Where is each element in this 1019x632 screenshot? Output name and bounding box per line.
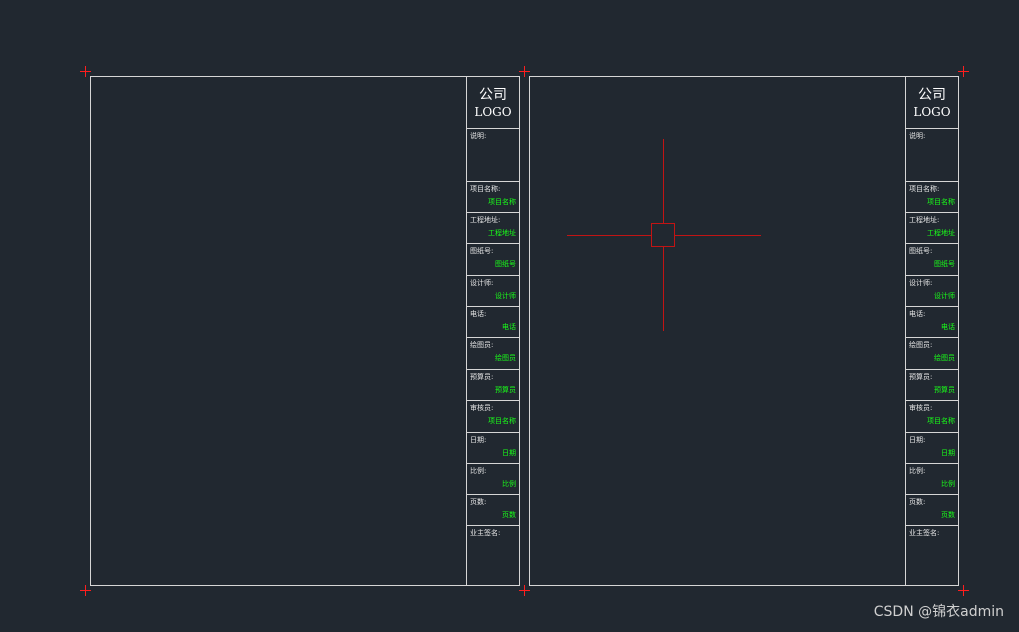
field-label: 绘图员: (470, 341, 494, 349)
field-label: 项目名称: (470, 185, 501, 193)
field-value: 图纸号 (495, 260, 516, 268)
field-label: 业主签名: (470, 529, 501, 537)
field-label: 项目名称: (909, 185, 940, 193)
title-block: 公司 LOGO 说明: 项目名称: 项目名称 工程地址: 工程地址 图纸号: 图… (466, 77, 519, 585)
corner-mark-icon (80, 585, 91, 596)
field-label: 设计师: (470, 279, 494, 287)
field-phone: 电话: 电话 (467, 307, 519, 338)
field-pages: 页数: 页数 (906, 495, 958, 526)
company-logo-cell: 公司 LOGO (906, 77, 958, 129)
pickbox (651, 223, 675, 247)
field-project-name: 项目名称: 项目名称 (906, 182, 958, 213)
field-value: 页数 (502, 511, 516, 519)
field-value: 项目名称 (927, 417, 955, 425)
field-label: 设计师: (909, 279, 933, 287)
field-value: 工程地址 (488, 229, 516, 237)
field-scale: 比例: 比例 (467, 464, 519, 495)
cursor-crosshair-icon (567, 139, 761, 331)
field-reviewer: 审核员: 项目名称 (906, 401, 958, 433)
notes-label: 说明: (470, 132, 487, 140)
field-phone: 电话: 电话 (906, 307, 958, 338)
field-value: 页数 (941, 511, 955, 519)
field-value: 项目名称 (488, 198, 516, 206)
corner-mark-icon (519, 585, 530, 596)
field-project-address: 工程地址: 工程地址 (906, 213, 958, 244)
drawing-sheet-1[interactable]: 公司 LOGO 说明: 项目名称: 项目名称 工程地址: 工程地址 图纸号: 图… (90, 76, 520, 586)
field-project-address: 工程地址: 工程地址 (467, 213, 519, 244)
field-estimator: 预算员: 预算员 (467, 370, 519, 401)
field-label: 日期: (470, 436, 487, 444)
field-label: 绘图员: (909, 341, 933, 349)
field-label: 页数: (470, 498, 487, 506)
field-reviewer: 审核员: 项目名称 (467, 401, 519, 433)
field-value: 绘图员 (934, 354, 955, 362)
field-label: 日期: (909, 436, 926, 444)
field-label: 审核员: (909, 404, 933, 412)
field-owner-signature: 业主签名: (906, 526, 958, 585)
field-value: 电话 (941, 323, 955, 331)
company-logo-cell: 公司 LOGO (467, 77, 519, 129)
field-label: 电话: (909, 310, 926, 318)
field-value: 项目名称 (488, 417, 516, 425)
field-value: 日期 (941, 449, 955, 457)
corner-mark-icon (958, 66, 969, 77)
field-value: 预算员 (934, 386, 955, 394)
field-pages: 页数: 页数 (467, 495, 519, 526)
field-value: 设计师 (495, 292, 516, 300)
field-designer: 设计师: 设计师 (467, 276, 519, 307)
notes-label: 说明: (909, 132, 926, 140)
corner-mark-icon (519, 66, 530, 77)
field-estimator: 预算员: 预算员 (906, 370, 958, 401)
field-label: 审核员: (470, 404, 494, 412)
corner-mark-icon (958, 585, 969, 596)
field-value: 预算员 (495, 386, 516, 394)
logo-line-1: 公司 (918, 87, 946, 103)
field-label: 图纸号: (470, 247, 494, 255)
notes-cell: 说明: (906, 129, 958, 182)
field-designer: 设计师: 设计师 (906, 276, 958, 307)
notes-cell: 说明: (467, 129, 519, 182)
field-owner-signature: 业主签名: (467, 526, 519, 585)
field-label: 比例: (909, 467, 926, 475)
field-value: 比例 (941, 480, 955, 488)
field-label: 工程地址: (470, 216, 501, 224)
corner-mark-icon (80, 66, 91, 77)
field-value: 日期 (502, 449, 516, 457)
field-value: 绘图员 (495, 354, 516, 362)
field-drawing-number: 图纸号: 图纸号 (906, 244, 958, 276)
field-value: 工程地址 (927, 229, 955, 237)
field-label: 电话: (470, 310, 487, 318)
field-drawing-number: 图纸号: 图纸号 (467, 244, 519, 276)
logo-line-2: LOGO (913, 105, 951, 119)
field-label: 页数: (909, 498, 926, 506)
drawing-canvas[interactable]: 公司 LOGO 说明: 项目名称: 项目名称 工程地址: 工程地址 图纸号: 图… (0, 0, 1019, 632)
field-label: 业主签名: (909, 529, 940, 537)
watermark: CSDN @锦衣admin (873, 604, 1004, 620)
field-date: 日期: 日期 (906, 433, 958, 464)
field-label: 比例: (470, 467, 487, 475)
field-value: 设计师 (934, 292, 955, 300)
field-label: 工程地址: (909, 216, 940, 224)
field-draftsman: 绘图员: 绘图员 (906, 338, 958, 370)
field-project-name: 项目名称: 项目名称 (467, 182, 519, 213)
field-value: 比例 (502, 480, 516, 488)
logo-line-1: 公司 (479, 87, 507, 103)
field-value: 项目名称 (927, 198, 955, 206)
field-scale: 比例: 比例 (906, 464, 958, 495)
field-label: 预算员: (909, 373, 933, 381)
field-date: 日期: 日期 (467, 433, 519, 464)
title-block: 公司 LOGO 说明: 项目名称: 项目名称 工程地址: 工程地址 图纸号: 图… (905, 77, 958, 585)
logo-line-2: LOGO (474, 105, 512, 119)
field-label: 图纸号: (909, 247, 933, 255)
field-value: 电话 (502, 323, 516, 331)
field-label: 预算员: (470, 373, 494, 381)
field-draftsman: 绘图员: 绘图员 (467, 338, 519, 370)
field-value: 图纸号 (934, 260, 955, 268)
